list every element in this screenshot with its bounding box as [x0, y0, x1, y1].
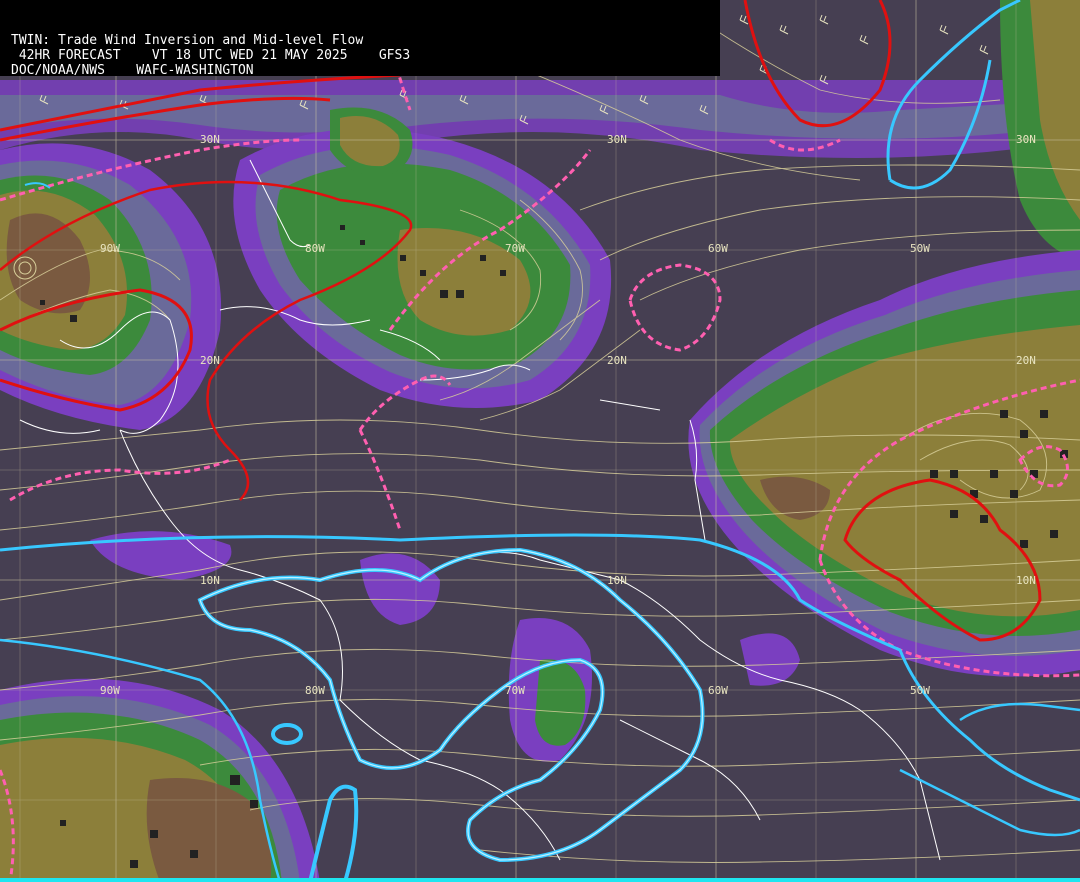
label-20n-a: 20N [200, 354, 220, 367]
title-line: TWIN: Trade Wind Inversion and Mid-level… [11, 33, 364, 48]
label-90w-b: 90W [100, 684, 120, 697]
label-10n-c: 10N [1016, 574, 1036, 587]
label-60w-a: 60W [708, 242, 728, 255]
label-10n-a: 10N [200, 574, 220, 587]
label-30n-b: 30N [607, 133, 627, 146]
label-30n-a: 30N [200, 133, 220, 146]
label-20n-c: 20N [1016, 354, 1036, 367]
bottom-border [0, 878, 1080, 882]
forecast-map: 30N 30N 30N 20N 20N 20N 10N 10N 10N 90W … [0, 0, 1080, 882]
label-80w-b: 80W [305, 684, 325, 697]
label-30n-c: 30N [1016, 133, 1036, 146]
agency-line: DOC/NOAA/NWS WAFC-WASHINGTON [11, 63, 254, 78]
label-70w-a: 70W [505, 242, 525, 255]
label-50w-b: 50W [910, 684, 930, 697]
forecast-line: 42HR FORECAST VT 18 UTC WED 21 MAY 2025 … [11, 48, 411, 63]
label-10n-b: 10N [607, 574, 627, 587]
title-header: TWIN: Trade Wind Inversion and Mid-level… [0, 0, 720, 78]
label-20n-b: 20N [607, 354, 627, 367]
label-90w-a: 90W [100, 242, 120, 255]
label-50w-a: 50W [910, 242, 930, 255]
label-80w-a: 80W [305, 242, 325, 255]
label-60w-b: 60W [708, 684, 728, 697]
label-70w-b: 70W [505, 684, 525, 697]
